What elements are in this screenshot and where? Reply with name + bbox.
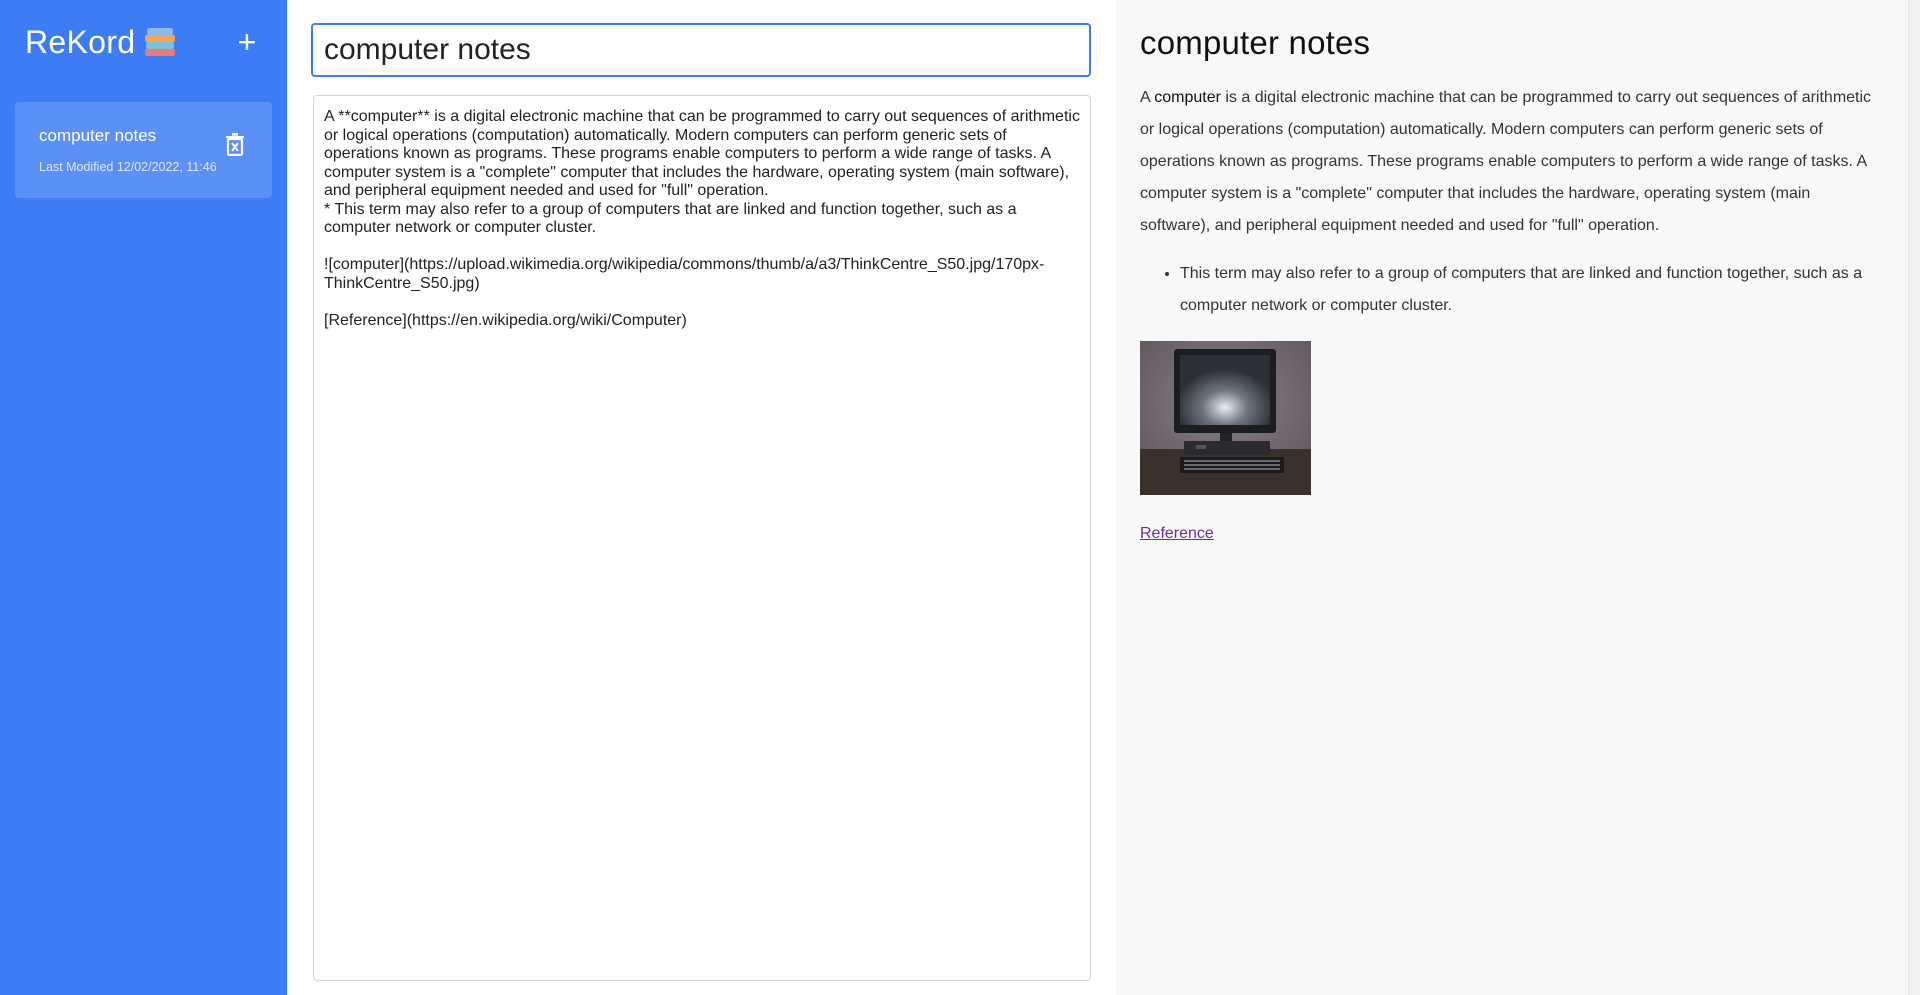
- app-title-text: ReKord: [25, 23, 136, 60]
- preview-paragraph: A computer is a digital electronic machi…: [1140, 82, 1884, 242]
- preview-list: This term may also refer to a group of c…: [1180, 258, 1884, 322]
- preview-pane: computer notes A computer is a digital e…: [1116, 0, 1908, 995]
- add-note-button[interactable]: +: [232, 26, 262, 58]
- computer-image: [1140, 341, 1311, 495]
- note-list-item[interactable]: computer notes Last Modified 12/02/2022,…: [15, 102, 272, 198]
- sidebar-header: ReKord +: [25, 22, 262, 62]
- scrollbar[interactable]: [1908, 0, 1920, 995]
- preview-list-item: This term may also refer to a group of c…: [1180, 258, 1884, 322]
- note-title: computer notes: [39, 126, 157, 145]
- note-title-input[interactable]: [311, 23, 1091, 77]
- preview-title: computer notes: [1140, 24, 1371, 61]
- preview-paragraph-prefix: A: [1140, 89, 1155, 106]
- delete-note-icon[interactable]: [224, 132, 246, 156]
- reference-link[interactable]: Reference: [1140, 525, 1214, 543]
- preview-paragraph-rest: is a digital electronic machine that can…: [1140, 89, 1872, 234]
- books-icon: [145, 27, 176, 57]
- app-title: ReKord: [25, 23, 176, 61]
- note-last-modified: Last Modified 12/02/2022, 11:46: [39, 160, 217, 174]
- preview-bold-term: computer: [1154, 89, 1221, 106]
- sidebar: ReKord + computer notes Last Modified 12…: [0, 0, 287, 995]
- editor-pane: A **computer** is a digital electronic m…: [287, 0, 1116, 995]
- note-body-textarea[interactable]: A **computer** is a digital electronic m…: [313, 95, 1091, 981]
